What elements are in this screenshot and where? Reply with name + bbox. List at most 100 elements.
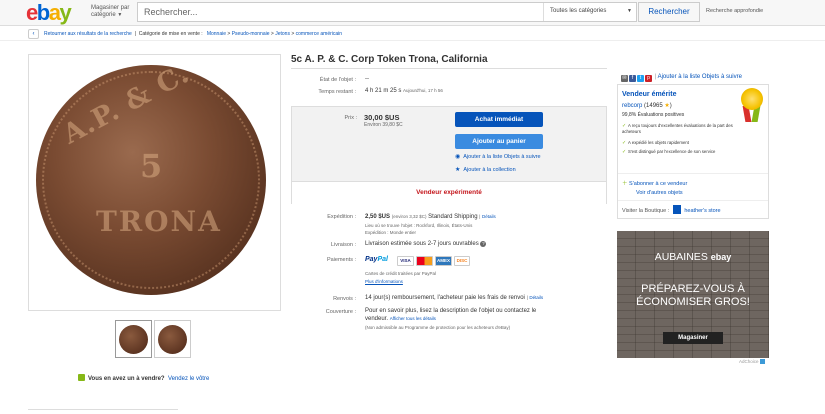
pinterest-icon[interactable]: p xyxy=(645,75,652,82)
back-arrow-icon[interactable]: ‹ xyxy=(28,29,39,39)
discover-card-icon: DISC xyxy=(454,256,470,266)
sell-tag-icon xyxy=(78,374,85,381)
adchoices-icon xyxy=(759,359,765,364)
feedback-count: (14965 ★) xyxy=(644,103,672,109)
adchoices-link[interactable]: AdChoice xyxy=(739,359,765,364)
delivery-value: Livraison estimée sous 2-7 jours ouvrabl… xyxy=(365,241,487,247)
ebay-logo[interactable]: ebay xyxy=(26,2,72,24)
ad-headline: AUBAINES ebay xyxy=(654,251,732,263)
sell-yours: Vous en avez un à vendre? Vendez le vôtr… xyxy=(78,374,209,382)
item-title: 5c A. P. & C. Corp Token Trona, Californ… xyxy=(291,54,488,65)
search-button[interactable]: Rechercher xyxy=(638,2,700,22)
category-prefix: Catégorie de mise en vente : xyxy=(138,31,203,37)
time-left-value: 4 h 21 m 25 s Aujourd'hui, 17 h 56 xyxy=(365,88,443,94)
ships-to: Expédition : Monde entier xyxy=(365,230,417,235)
lower-tabs-edge xyxy=(28,409,178,414)
seller-name-link[interactable]: rebcorp xyxy=(622,103,642,109)
twitter-icon[interactable]: t xyxy=(637,75,644,82)
credit-note: Cartes de crédit traitées par PayPal xyxy=(365,271,437,276)
top-rated-badge-icon xyxy=(740,88,764,124)
back-to-results-link[interactable]: Retourner aux résultats de la recherche xyxy=(44,31,132,37)
category-select[interactable]: Toutes les catégories ▼ xyxy=(543,3,638,21)
ad-shop-button[interactable]: Magasiner xyxy=(663,332,723,344)
buy-box: Prix : 30,00 $US Environ 39,80 $C Achat … xyxy=(291,106,607,204)
info-icon[interactable]: ? xyxy=(480,241,487,247)
coin-thumb xyxy=(158,325,187,354)
coin-thumb xyxy=(119,325,148,354)
top-rated-seller-title: Vendeur émérite xyxy=(622,91,677,98)
sell-yours-link[interactable]: Vendez le vôtre xyxy=(168,376,209,382)
condition-label: État de l'objet : xyxy=(319,77,356,83)
payments-label: Paiements : xyxy=(326,257,356,263)
watchlist-link[interactable]: Ajouter à la liste Objets à suivre xyxy=(658,74,742,80)
coin-image: A.P. & C. CORP 5 TRONA xyxy=(36,65,266,295)
time-left-label: Temps restant : xyxy=(318,89,356,95)
store-link[interactable]: heather's store xyxy=(684,208,720,214)
seller-check-item: ✓ A reçu toujours d'excellentes évaluatio… xyxy=(622,123,733,134)
search-input[interactable] xyxy=(138,3,543,21)
breadcrumb-item[interactable]: Pseudo-monnaie xyxy=(232,31,270,37)
plus-icon: ＋ xyxy=(622,181,628,187)
amex-card-icon: AMEX xyxy=(435,256,452,266)
divider xyxy=(618,200,768,201)
add-to-watchlist-link[interactable]: ◉ Ajouter à la liste Objets à suivre xyxy=(455,153,541,160)
thumbnail[interactable] xyxy=(154,320,191,358)
coin-bottom-text: TRONA xyxy=(96,205,222,238)
buy-now-button[interactable]: Achat immédiat xyxy=(455,112,543,127)
chevron-down-icon: ▼ xyxy=(117,12,123,18)
shipping-details-link[interactable]: Détails xyxy=(482,214,496,219)
coverage-line1: Pour en savoir plus, lisez la descriptio… xyxy=(365,308,537,314)
ad-tagline: PRÉPAREZ-VOUS À ÉCONOMISER GROS! xyxy=(636,283,750,308)
more-info-link[interactable]: Plus d'informations xyxy=(365,279,403,285)
breadcrumb-text: Retourner aux résultats de la recherche … xyxy=(44,31,343,37)
facebook-icon[interactable]: f xyxy=(629,75,636,82)
coin-middle-text: 5 xyxy=(140,147,163,185)
email-icon[interactable]: ✉ xyxy=(621,75,628,82)
divider xyxy=(618,173,768,174)
search-bar: Toutes les catégories ▼ xyxy=(137,2,637,22)
price-approx: Environ 39,80 $C xyxy=(364,122,403,128)
positive-feedback: 99,8% Évaluations positives xyxy=(622,112,685,118)
chevron-down-icon: ▼ xyxy=(627,8,632,14)
thumbnail[interactable] xyxy=(115,320,152,358)
shop-by-category-button[interactable]: Magasiner par catégorie ▼ xyxy=(91,5,135,19)
divider xyxy=(291,68,607,69)
breadcrumb-item[interactable]: Monnaie xyxy=(207,31,226,37)
price-label: Prix : xyxy=(344,115,357,121)
add-to-collection-link[interactable]: ★ Ajouter à la collection xyxy=(455,166,516,173)
delivery-label: Livraison : xyxy=(330,242,356,248)
price-value: 30,00 $US xyxy=(364,113,400,122)
breadcrumb-item[interactable]: commerce américain xyxy=(296,31,342,37)
visa-card-icon: VISA xyxy=(397,256,414,266)
site-header: ebay Magasiner par catégorie ▼ Toutes le… xyxy=(0,0,825,26)
share-row: ✉ f t p | Ajouter à la liste Objets à suivr… xyxy=(621,74,742,82)
seller-info-box: Vendeur émérite rebcorp (14965 ★) 99,8% … xyxy=(617,84,769,219)
visit-store: Visiter la Boutique : heather's store xyxy=(622,205,721,214)
coverage-line2: vendeur. Afficher tous les détails xyxy=(365,316,436,322)
breadcrumb-item[interactable]: Jetons xyxy=(275,31,290,37)
shipping-label: Expédition : xyxy=(327,214,356,220)
seller-check-item: ✓ A expédié les objets rapidement xyxy=(622,140,689,146)
breadcrumb: ‹ Retourner aux résultats de la recherch… xyxy=(0,26,825,41)
advertisement-banner[interactable]: AUBAINES ebay PRÉPAREZ-VOUS À ÉCONOMISER… xyxy=(617,231,769,358)
main-product-image[interactable]: A.P. & C. CORP 5 TRONA xyxy=(28,54,281,311)
item-location: Lieu où se trouve l'objet : Rockford, Il… xyxy=(365,223,473,228)
advanced-search-link[interactable]: Recherche approfondie xyxy=(706,8,763,14)
coverage-label: Couverture : xyxy=(325,309,356,315)
show-all-details-link[interactable]: Afficher tous les détails xyxy=(390,316,436,321)
star-icon: ★ xyxy=(455,167,461,173)
add-to-cart-button[interactable]: Ajouter au panier xyxy=(455,134,543,149)
eye-icon: ◉ xyxy=(455,154,461,160)
seller-name-line: rebcorp (14965 ★) xyxy=(622,102,672,109)
other-items-link[interactable]: Voir d'autres objets xyxy=(636,190,683,196)
seller-tier-banner: Vendeur expérimenté xyxy=(292,181,606,204)
mastercard-icon: MC xyxy=(416,256,433,266)
shipping-value: 2,50 $US (environ 3,32 $C) Standard Ship… xyxy=(365,214,496,220)
store-icon xyxy=(672,205,681,214)
follow-seller-link[interactable]: ＋ S'abonner à ce vendeur xyxy=(622,179,687,187)
coverage-line3: (Non admissible au Programme de protecti… xyxy=(365,325,511,330)
condition-value: -- xyxy=(365,76,369,82)
returns-details-link[interactable]: Détails xyxy=(529,295,543,300)
returns-value: 14 jour(s) remboursement, l'acheteur pai… xyxy=(365,295,544,301)
returns-label: Renvois : xyxy=(333,296,356,302)
